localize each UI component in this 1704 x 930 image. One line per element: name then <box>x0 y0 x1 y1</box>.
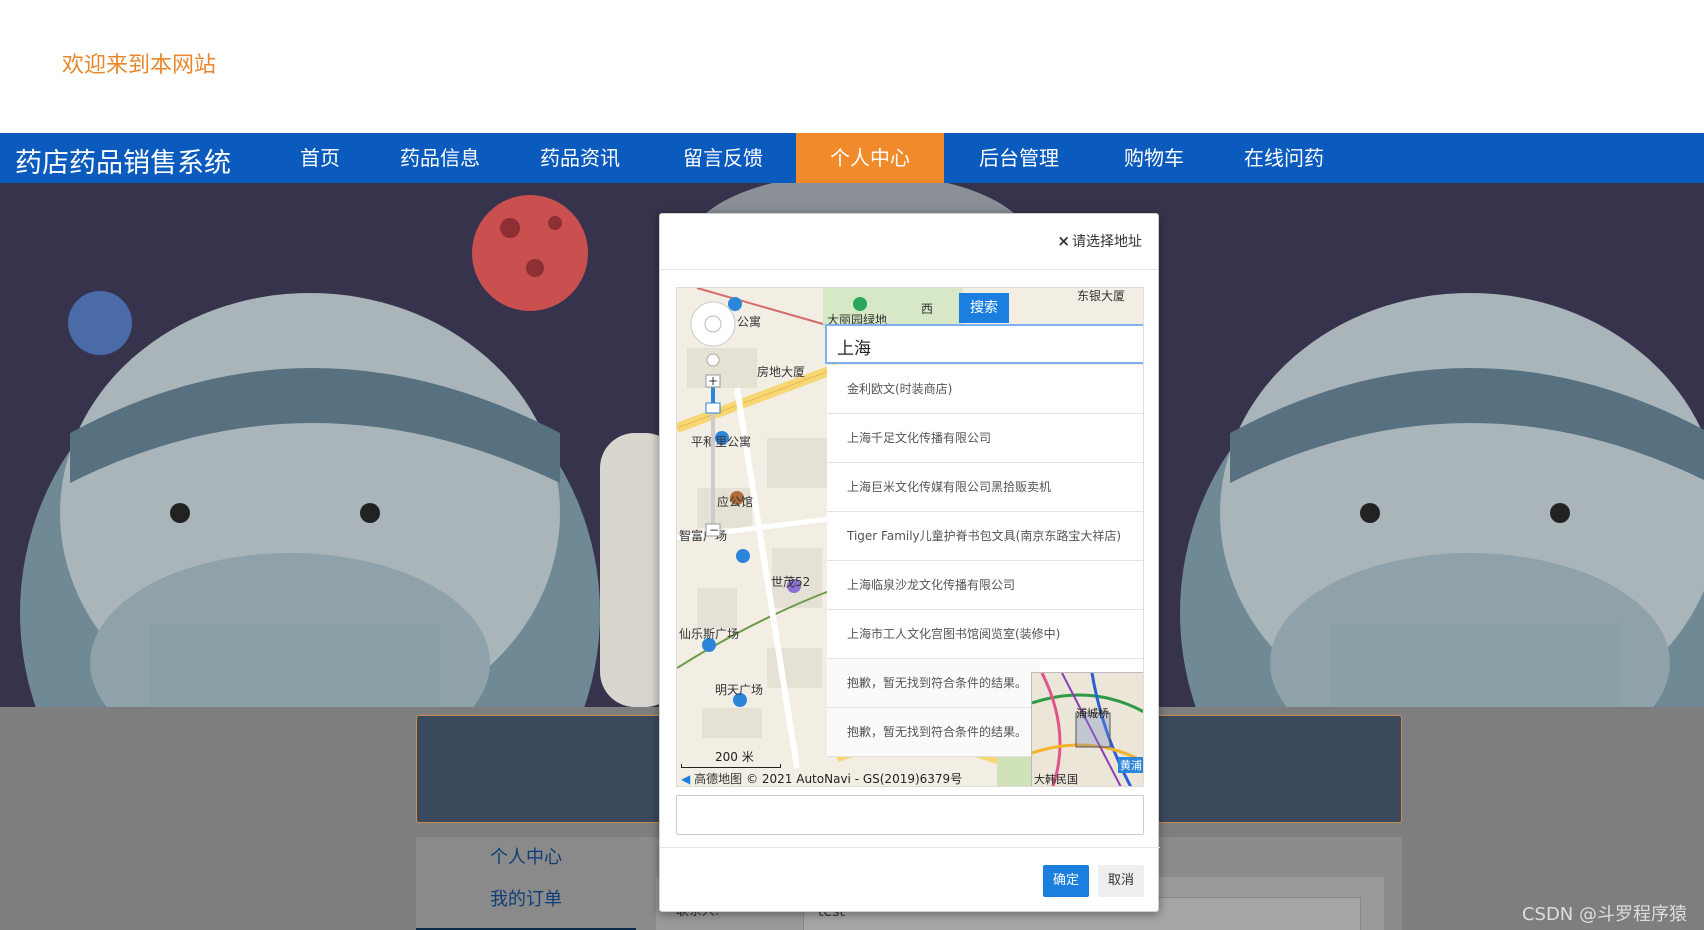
suggestion-item[interactable]: 上海巨米文化传媒有限公司黑拾贩卖机 <box>827 463 1143 512</box>
suggestion-item[interactable]: Tiger Family儿童护脊书包文具(南京东路宝大祥店) <box>827 512 1143 561</box>
svg-text:−: − <box>709 523 719 537</box>
svg-text:大韩民国: 大韩民国 <box>1034 772 1078 786</box>
address-picker-dialog: × 请选择地址 公寓 房地大厦 平和里公寓 应公馆 智富广场 世茂52 仙乐斯广… <box>659 213 1160 912</box>
dialog-header: × 请选择地址 <box>660 214 1158 270</box>
sidebar-item-my-orders[interactable]: 我的订单 <box>416 879 636 921</box>
virus-icon <box>68 291 132 355</box>
poi-icon <box>736 549 750 563</box>
nav-item-user-center[interactable]: 个人中心 <box>796 133 944 183</box>
virus-icon <box>472 195 588 311</box>
site-brand: 药店药品销售系统 <box>15 148 231 179</box>
main-nav: 药店药品销售系统 首页 药品信息 药品资讯 留言反馈 个人中心 后台管理 购物车… <box>0 133 1704 183</box>
map-label: 东银大厦 <box>1077 289 1125 303</box>
nav-item-cart[interactable]: 购物车 <box>1094 133 1214 183</box>
map-label: 公寓 <box>737 314 761 329</box>
map-search-input[interactable]: 上海 <box>825 324 1143 364</box>
map-search-button[interactable]: 搜索 <box>959 293 1009 323</box>
locate-icon <box>706 353 720 367</box>
confirm-button[interactable]: 确定 <box>1043 865 1089 897</box>
map-copyright: ◀ 高德地图 © 2021 AutoNavi - GS(2019)6379号 <box>681 772 963 786</box>
nav-item-admin[interactable]: 后台管理 <box>944 133 1094 183</box>
nav-item-drug-news[interactable]: 药品资讯 <box>510 133 650 183</box>
top-header: 欢迎来到本网站 <box>0 0 1704 133</box>
pan-control-icon <box>690 301 736 347</box>
poi-icon <box>728 297 742 311</box>
poi-icon <box>853 297 867 311</box>
zoom-handle-icon <box>705 402 721 414</box>
sidebar-item-user-center[interactable]: 个人中心 <box>416 837 636 879</box>
suggestion-item[interactable]: 上海千足文化传播有限公司 <box>827 414 1143 463</box>
cancel-button[interactable]: 取消 <box>1098 865 1144 897</box>
svg-text:浦城桥: 浦城桥 <box>1076 707 1109 720</box>
map-scale-label: 200 米 <box>715 750 754 764</box>
welcome-text: 欢迎来到本网站 <box>62 53 217 78</box>
map-view[interactable]: 公寓 房地大厦 平和里公寓 应公馆 智富广场 世茂52 仙乐斯广场 明天广场 西… <box>676 287 1144 787</box>
svg-text:黄浦: 黄浦 <box>1120 758 1142 772</box>
nav-item-home[interactable]: 首页 <box>270 133 370 183</box>
nav-item-online-consult[interactable]: 在线问药 <box>1214 133 1354 183</box>
suggestion-item[interactable]: 上海市工人文化宫图书馆阅览室(装修中) <box>827 610 1143 659</box>
map-label: 房地大厦 <box>757 364 805 379</box>
address-field[interactable] <box>676 795 1144 835</box>
amap-logo-icon: ◀ <box>681 772 691 786</box>
map-label: 明天广场 <box>715 683 763 697</box>
map-label: 平和里公寓 <box>691 434 751 449</box>
map-label: 应公馆 <box>717 494 753 509</box>
map-label: 仙乐斯广场 <box>679 627 739 641</box>
svg-text:+: + <box>708 374 718 388</box>
suggestion-empty: 抱歉，暂无找到符合条件的结果。 <box>827 659 1040 708</box>
nav-item-feedback[interactable]: 留言反馈 <box>650 133 796 183</box>
map-label: 世茂52 <box>771 575 810 589</box>
user-sidebar: 个人中心 我的订单 <box>416 837 636 930</box>
dialog-title: × 请选择地址 <box>1057 232 1142 250</box>
overview-minimap[interactable]: 浦城桥 大韩民国 黄浦 <box>1031 672 1143 786</box>
map-label: 西 <box>921 302 933 316</box>
watermark: CSDN @斗罗程序猿 <box>1521 904 1687 925</box>
close-icon[interactable]: × <box>1057 232 1070 250</box>
suggestion-empty: 抱歉，暂无找到符合条件的结果。 <box>827 708 1040 757</box>
nav-item-drug-info[interactable]: 药品信息 <box>370 133 510 183</box>
map-scale-bar <box>681 764 781 768</box>
nav-items: 首页 药品信息 药品资讯 留言反馈 个人中心 后台管理 购物车 在线问药 <box>270 133 1354 183</box>
suggestion-item[interactable]: 上海临泉沙龙文化传播有限公司 <box>827 561 1143 610</box>
suggestion-item[interactable]: 金利欧文(时装商店) <box>827 365 1143 414</box>
